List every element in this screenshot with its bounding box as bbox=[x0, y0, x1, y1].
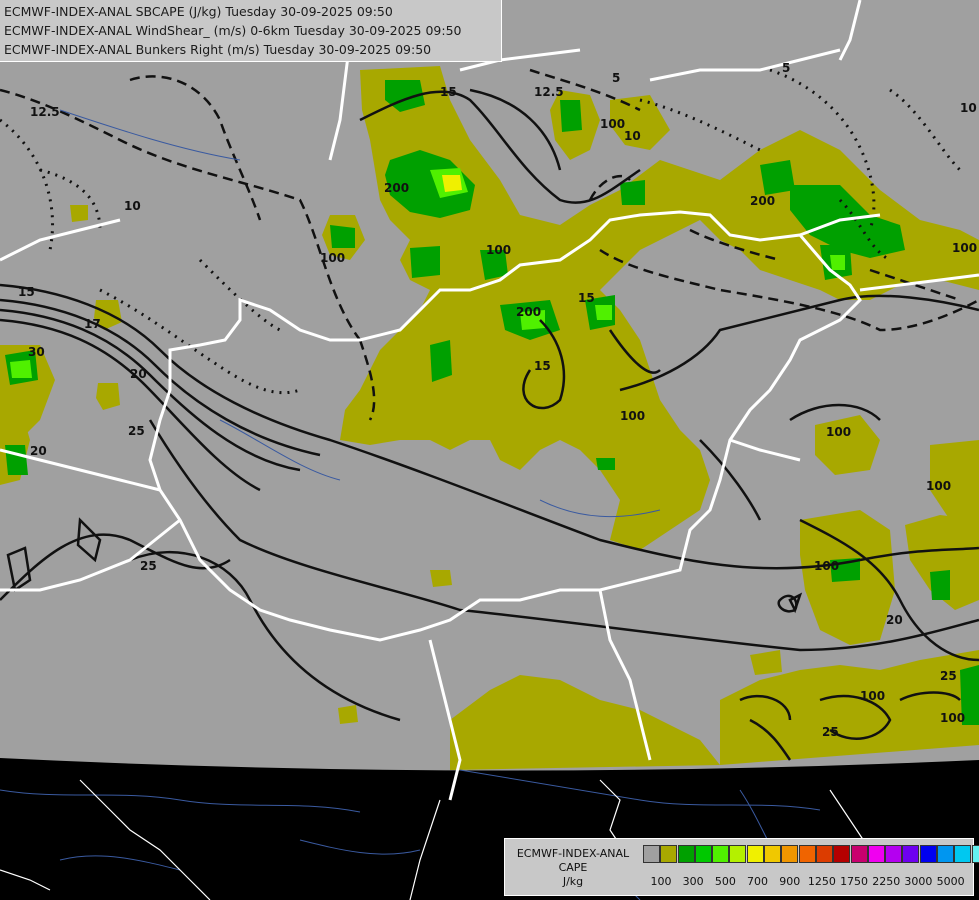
contour-label: 200 bbox=[516, 305, 541, 319]
legend-swatch bbox=[712, 845, 730, 863]
legend-tick-label: 700 bbox=[747, 875, 769, 888]
contour-label: 30 bbox=[28, 345, 45, 359]
contour-label: 12.5 bbox=[30, 105, 60, 119]
contour-label: 25 bbox=[128, 424, 145, 438]
contour-label: 100 bbox=[860, 689, 885, 703]
legend-swatch bbox=[850, 845, 868, 863]
legend-swatch bbox=[902, 845, 920, 863]
contour-label: 100 bbox=[952, 241, 977, 255]
legend-tick-label: 5000 bbox=[936, 875, 965, 888]
legend-swatch bbox=[954, 845, 972, 863]
contour-label: 20 bbox=[886, 613, 903, 627]
header-line-bunkers: ECMWF-INDEX-ANAL Bunkers Right (m/s) Tue… bbox=[4, 42, 432, 57]
contour-label: 12.5 bbox=[534, 85, 564, 99]
contour-label: 100 bbox=[600, 117, 625, 131]
legend-swatch bbox=[764, 845, 782, 863]
legend-swatch bbox=[815, 845, 833, 863]
contour-label: 100 bbox=[940, 711, 965, 725]
contour-label: 20 bbox=[130, 367, 147, 381]
legend-title-source: ECMWF-INDEX-ANAL bbox=[516, 847, 630, 860]
legend-swatches bbox=[643, 845, 979, 865]
legend-swatch bbox=[885, 845, 903, 863]
legend-swatch bbox=[833, 845, 851, 863]
map-header: ECMWF-INDEX-ANAL SBCAPE (J/kg) Tuesday 3… bbox=[0, 0, 502, 62]
contour-label: 15 bbox=[534, 359, 551, 373]
legend-swatch bbox=[937, 845, 955, 863]
contour-label: 15 bbox=[18, 285, 35, 299]
legend-swatch bbox=[867, 845, 885, 863]
contour-label: 5 bbox=[782, 61, 790, 75]
legend-tick-label: 500 bbox=[714, 875, 736, 888]
legend-tick-label: 900 bbox=[779, 875, 801, 888]
legend-tick-label: 1750 bbox=[840, 875, 869, 888]
legend-title-variable: CAPE bbox=[558, 861, 588, 874]
weather-map: 12.5 10 15 17 20 25 30 100 200 12.5 5 15… bbox=[0, 0, 979, 900]
contour-label: 10 bbox=[124, 199, 141, 213]
legend-tick-label: 3000 bbox=[904, 875, 933, 888]
contour-label: 25 bbox=[940, 669, 957, 683]
header-line-windshear: ECMWF-INDEX-ANAL WindShear_ (m/s) 0-6km … bbox=[4, 23, 462, 38]
contour-label: 100 bbox=[486, 243, 511, 257]
contour-label: 200 bbox=[384, 181, 409, 195]
legend-title: ECMWF-INDEX-ANAL CAPE J/kg bbox=[509, 847, 637, 889]
contour-label: 15 bbox=[440, 85, 457, 99]
legend-swatch bbox=[798, 845, 816, 863]
contour-label: 100 bbox=[620, 409, 645, 423]
contour-label: 25 bbox=[140, 559, 157, 573]
legend-swatch bbox=[660, 845, 678, 863]
cape-legend: ECMWF-INDEX-ANAL CAPE J/kg 100 300 500 700 9… bbox=[504, 838, 979, 896]
legend-swatch bbox=[746, 845, 764, 863]
contour-label: 5 bbox=[612, 71, 620, 85]
contour-label: 100 bbox=[814, 559, 839, 573]
legend-swatch bbox=[677, 845, 695, 863]
contour-label: 17 bbox=[84, 317, 101, 331]
contour-label: 200 bbox=[750, 194, 775, 208]
contour-label: 10 bbox=[624, 129, 641, 143]
legend-swatch bbox=[971, 845, 979, 863]
legend-swatch bbox=[643, 845, 660, 863]
legend-ticks: 100 300 500 700 900 1250 1750 2250 3000 5000 bbox=[641, 875, 971, 889]
cape-area-peak bbox=[442, 175, 462, 192]
contour-label: 100 bbox=[826, 425, 851, 439]
legend-swatch bbox=[781, 845, 799, 863]
contour-label: 25 bbox=[822, 725, 839, 739]
header-line-sbcape: ECMWF-INDEX-ANAL SBCAPE (J/kg) Tuesday 3… bbox=[4, 4, 393, 19]
legend-swatch bbox=[729, 845, 747, 863]
legend-title-unit: J/kg bbox=[562, 875, 584, 888]
contour-label: 15 bbox=[578, 291, 595, 305]
legend-tick-label: 300 bbox=[682, 875, 704, 888]
legend-swatch bbox=[694, 845, 712, 863]
contour-label: 20 bbox=[30, 444, 47, 458]
contour-label: 100 bbox=[926, 479, 951, 493]
contour-label: 100 bbox=[320, 251, 345, 265]
legend-swatch bbox=[919, 845, 937, 863]
legend-tick-label: 100 bbox=[650, 875, 672, 888]
legend-tick-label: 2250 bbox=[872, 875, 901, 888]
legend-tick-label: 1250 bbox=[807, 875, 836, 888]
contour-label: 10 bbox=[960, 101, 977, 115]
